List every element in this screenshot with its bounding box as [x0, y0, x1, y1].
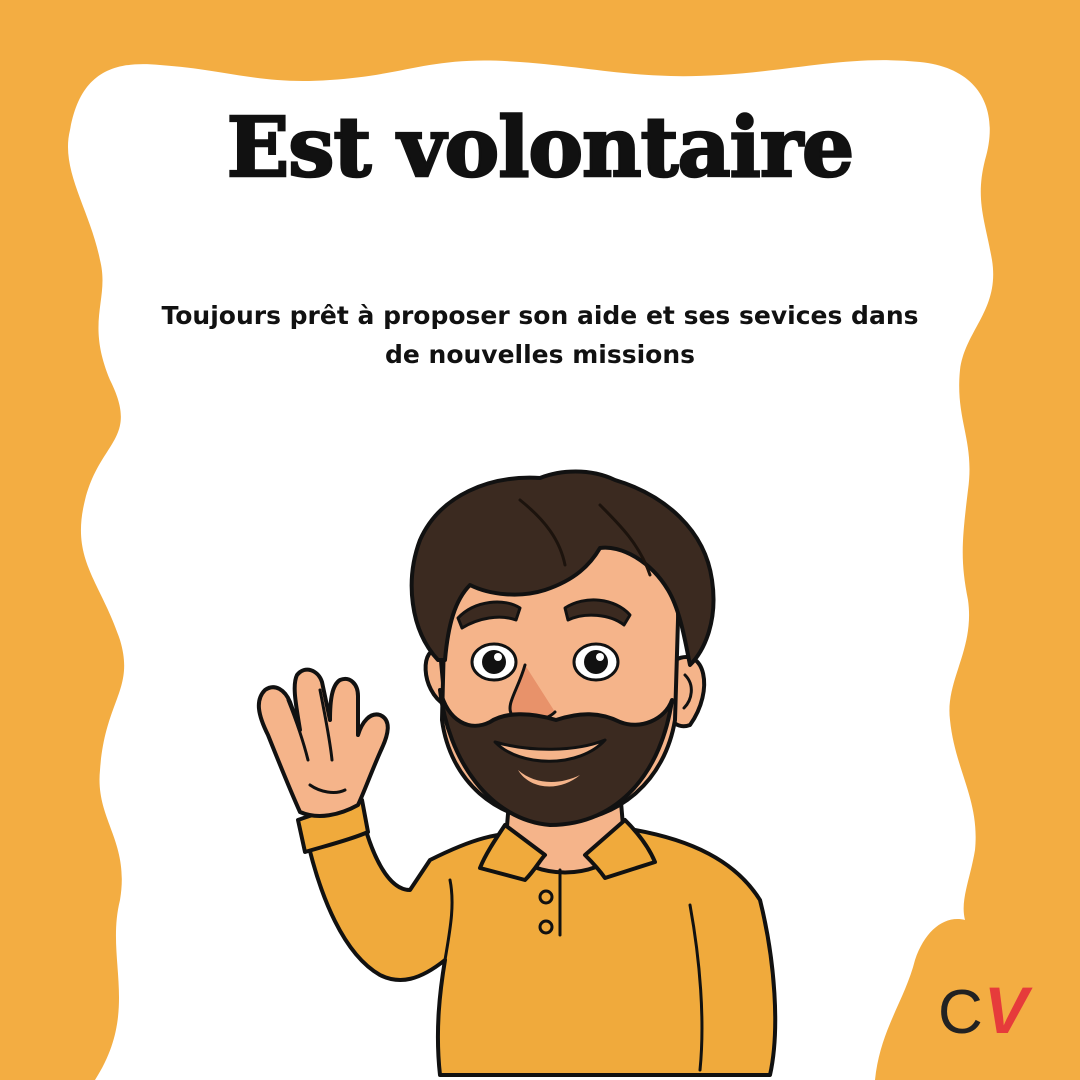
shirt-button	[538, 889, 554, 905]
logo-letter-v: V	[984, 975, 1033, 1045]
cv-logo: C V	[938, 975, 1033, 1045]
page-title: Est volontaire	[226, 99, 856, 198]
shirt-button	[538, 919, 554, 935]
page-subtitle: Toujours prêt à proposer son aide et ses…	[161, 301, 919, 369]
logo-letter-c: C	[938, 978, 983, 1045]
